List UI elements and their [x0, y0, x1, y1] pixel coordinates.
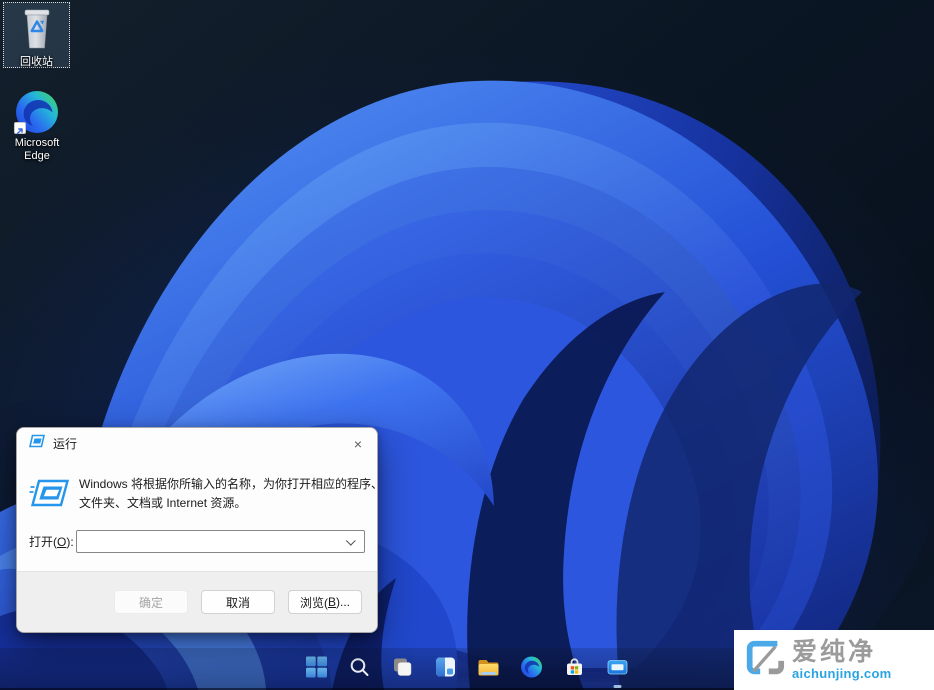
aichunjing-logo-icon — [743, 637, 785, 684]
run-dialog-titlebar: 运行 × — [17, 428, 377, 458]
run-taskbar-button[interactable] — [605, 656, 631, 682]
browse-button[interactable]: 浏览(B)... — [288, 590, 362, 614]
run-dialog: 运行 × Windows 将根据你所输入的名称，为你打开相应的程序、 文件夹、文… — [16, 427, 378, 633]
task-view-icon — [391, 655, 415, 684]
edge-icon — [520, 655, 544, 684]
dialog-title: 运行 — [53, 435, 77, 452]
run-window-icon — [29, 478, 69, 513]
edge-label-line2: Edge — [24, 150, 50, 163]
file-explorer-icon — [477, 655, 501, 684]
run-titlebar-icon — [29, 434, 45, 453]
search-button[interactable] — [347, 656, 373, 682]
watermark-domain: aichunjing.com — [792, 666, 892, 681]
recycle-bin-icon — [20, 6, 54, 55]
start-button[interactable] — [304, 656, 330, 682]
microsoft-store-icon — [563, 655, 587, 684]
description-line-1: Windows 将根据你所输入的名称，为你打开相应的程序、 — [79, 475, 378, 494]
open-field-label: 打开(O): — [29, 533, 76, 550]
watermark-brand: 爱纯净 — [792, 639, 892, 665]
widgets-button[interactable] — [433, 656, 459, 682]
search-icon — [348, 655, 372, 684]
open-input[interactable] — [77, 531, 364, 552]
shortcut-arrow-badge — [14, 122, 26, 134]
widgets-icon — [434, 655, 458, 684]
edge-label-line1: Microsoft — [15, 137, 60, 150]
cancel-button[interactable]: 取消 — [201, 590, 275, 614]
desktop-icon-recycle-bin[interactable]: 回收站 — [3, 2, 70, 68]
microsoft-store-button[interactable] — [562, 656, 588, 682]
recycle-bin-label: 回收站 — [20, 56, 53, 69]
ok-button[interactable]: 确定 — [114, 590, 188, 614]
watermark: 爱纯净 aichunjing.com — [734, 630, 934, 690]
run-dialog-body: Windows 将根据你所输入的名称，为你打开相应的程序、 文件夹、文档或 In… — [17, 458, 377, 553]
file-explorer-button[interactable] — [476, 656, 502, 682]
run-app-icon — [606, 655, 630, 684]
open-combobox[interactable] — [76, 530, 365, 553]
description-line-2: 文件夹、文档或 Internet 资源。 — [79, 494, 378, 513]
run-dialog-footer: 确定 取消 浏览(B)... — [17, 571, 377, 632]
active-app-indicator — [614, 685, 622, 688]
edge-taskbar-button[interactable] — [519, 656, 545, 682]
task-view-button[interactable] — [390, 656, 416, 682]
close-icon[interactable]: × — [348, 434, 368, 453]
start-icon — [305, 655, 329, 684]
edge-icon — [14, 90, 60, 136]
desktop-icon-microsoft-edge[interactable]: Microsoft Edge — [7, 90, 67, 163]
run-dialog-description: Windows 将根据你所输入的名称，为你打开相应的程序、 文件夹、文档或 In… — [79, 474, 378, 513]
